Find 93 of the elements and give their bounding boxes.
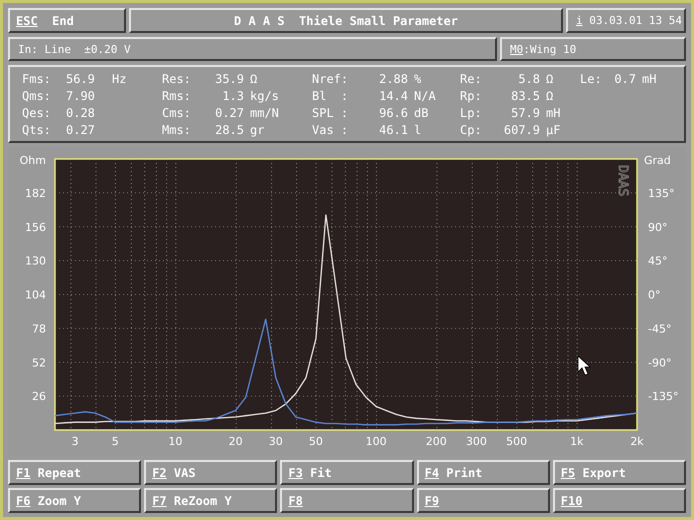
axis-tick-label: 135° (648, 186, 674, 200)
parameter-label: Mms: (162, 122, 192, 136)
axis-tick-label: 100 (366, 435, 387, 448)
parameter-value: 57.9 (510, 106, 540, 120)
end-button[interactable]: ESC End (8, 8, 126, 33)
pointer-icon (578, 355, 592, 376)
parameter-unit: Ω (546, 88, 554, 102)
parameter-unit: µF (546, 122, 560, 136)
axis-tick-label: 52 (32, 356, 46, 370)
parameter-label: Lp: (460, 106, 483, 120)
model-status: M0:Wing 10 (500, 37, 686, 61)
axis-tick-label: 50 (308, 435, 323, 448)
axis-tick-label: 78 (32, 322, 46, 336)
parameter-value: 28.5 (214, 122, 244, 136)
axis-tick-label: 3 (72, 435, 79, 448)
function-key[interactable]: F9 (416, 488, 550, 513)
function-key[interactable]: F8 (280, 488, 414, 513)
parameter-value: 0.28 (66, 106, 96, 120)
parameter-label: Qms: (22, 88, 52, 102)
parameter-unit: mm/N (250, 106, 279, 120)
function-key[interactable]: F1 Repeat (8, 460, 142, 485)
parameter-unit: % (414, 72, 422, 86)
window-title: D A A S Thiele Small Parameter (129, 8, 563, 33)
axis-tick-label: 30 (268, 435, 283, 448)
axis-tick-label: 182 (25, 186, 46, 200)
parameter-value: 1.3 (221, 88, 244, 102)
axis-tick-label: 20 (228, 435, 243, 448)
axis-tick-label: 5 (112, 435, 119, 448)
parameter-value: 35.9 (214, 72, 244, 86)
parameter-label: Cp: (460, 122, 483, 136)
function-key[interactable]: F4 Print (416, 460, 550, 485)
parameter-value: 5.8 (517, 72, 540, 86)
parameter-label: SPL : (312, 106, 350, 120)
date-time: i 03.03.01 13 54 (566, 8, 686, 33)
parameter-label: Cms: (162, 106, 192, 120)
parameter-label: Le: (580, 72, 603, 86)
parameter-unit: Hz (112, 72, 126, 86)
parameter-unit: mH (546, 106, 560, 120)
parameter-label: Qts: (22, 122, 52, 136)
parameter-unit: kg/s (250, 88, 279, 102)
function-key[interactable]: F10 (552, 488, 686, 513)
axis-tick-label: 200 (426, 435, 447, 448)
function-key[interactable]: F3 Fit (280, 460, 414, 485)
parameter-unit: Ω (250, 72, 258, 86)
parameter-value: 0.27 (214, 106, 244, 120)
axis-tick-label: 0° (648, 288, 660, 302)
parameter-value: 0.27 (66, 122, 96, 136)
parameter-unit: mH (642, 72, 656, 86)
parameter-unit: gr (250, 122, 264, 136)
parameter-label: Re: (460, 72, 483, 86)
parameter-label: Fms: (22, 72, 52, 86)
axis-tick-label: 26 (32, 390, 46, 404)
parameter-value: 46.1 (378, 122, 408, 136)
parameter-value: 607.9 (502, 122, 540, 136)
axis-tick-label: 104 (25, 288, 46, 302)
axis-tick-label: 300 (466, 435, 487, 448)
parameter-value: 7.90 (66, 88, 96, 102)
function-key[interactable]: F5 Export (552, 460, 686, 485)
parameter-unit: N/A (414, 88, 436, 102)
parameter-label: Nref: (312, 72, 350, 86)
parameter-label: Bl : (312, 88, 350, 102)
axis-tick-label: 130 (25, 254, 46, 268)
axis-tick-label: 90° (648, 220, 668, 234)
parameter-value: 56.9 (66, 72, 96, 86)
parameter-label: Res: (162, 72, 192, 86)
axis-tick-label: -135° (648, 390, 678, 404)
parameter-value: 96.6 (378, 106, 408, 120)
parameter-value: 83.5 (510, 88, 540, 102)
axis-tick-label: 156 (25, 220, 46, 234)
axis-tick-label: -90° (648, 356, 672, 370)
parameter-unit: Ω (546, 72, 554, 86)
function-key[interactable]: F2 VAS (144, 460, 278, 485)
axis-label: Ohm (20, 154, 46, 167)
function-key[interactable]: F6 Zoom Y (8, 488, 142, 513)
axis-tick-label: 45° (648, 254, 668, 268)
axis-tick-label: 10 (168, 435, 182, 448)
axis-tick-label: -45° (648, 322, 672, 336)
parameter-value: 2.88 (378, 72, 408, 86)
parameter-label: Rp: (460, 88, 483, 102)
parameter-value: 0.7 (613, 72, 636, 86)
parameter-label: Rms: (162, 88, 192, 102)
function-key[interactable]: F7 ReZoom Y (144, 488, 278, 513)
axis-tick-label: 2k (630, 435, 644, 448)
axis-label: Grad (644, 154, 671, 167)
parameter-unit: dB (414, 106, 428, 120)
parameter-label: Vas : (312, 122, 350, 136)
axis-tick-label: 500 (506, 435, 528, 448)
parameter-value: 14.4 (378, 88, 408, 102)
logo-text: DAAS (615, 165, 630, 196)
parameter-unit: l (414, 122, 422, 136)
parameter-label: Qes: (22, 106, 52, 120)
axis-tick-label: 1k (570, 435, 584, 448)
input-status: In: Line ±0.20 V (8, 37, 497, 61)
